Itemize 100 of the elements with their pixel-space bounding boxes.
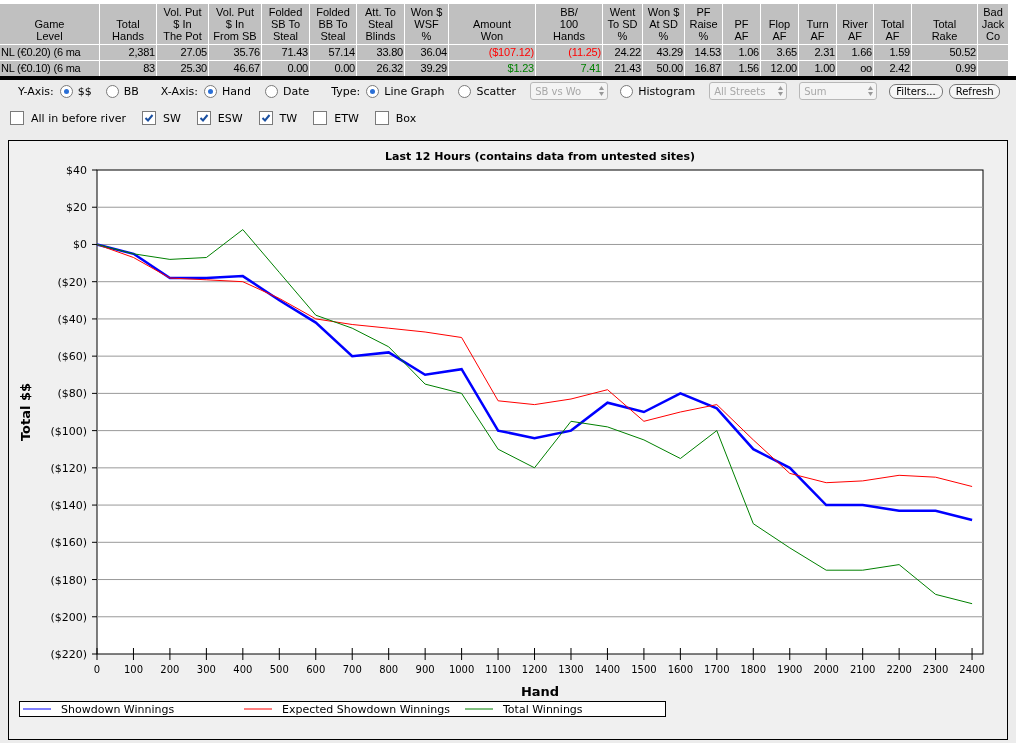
column-header[interactable]: River AF [837,4,873,44]
column-header[interactable]: Turn AF [799,4,836,44]
x-tick-label: 1700 [704,664,730,675]
y-tick-label: ($100) [50,424,87,438]
table-cell: 25.30 [157,61,208,76]
radio-label[interactable]: BB [123,84,139,98]
table-cell: 1.66 [837,45,873,60]
column-header[interactable]: PF AF [723,4,760,44]
y-tick-label: ($200) [50,610,87,624]
table-cell: 83 [100,61,156,76]
table-cell: 0.00 [262,61,309,76]
column-header[interactable]: PF Raise % [685,4,722,44]
table-cell: (11.25) [536,45,602,60]
table-cell: 33.80 [357,45,404,60]
x-tick-label: 1800 [740,664,766,675]
x-tick-label: 2200 [886,664,912,675]
x-tick-label: 700 [342,664,362,675]
x-tick-label: 900 [415,664,435,675]
table-cell: 21.43 [603,61,642,76]
table-cell: 16.87 [685,61,722,76]
table-cell: 46.67 [209,61,261,76]
table-cell: NL (€0.10) (6 ma [0,61,99,76]
table-cell: 1.06 [723,45,760,60]
table-cell: 1.56 [723,61,760,76]
checkbox-label[interactable]: TW [279,111,298,125]
checkbox-label[interactable]: All in before river [31,111,126,125]
y-tick-label: $20 [66,201,87,215]
x-tick-label: 2300 [922,664,949,675]
x-tick-label: 1000 [448,664,475,675]
y-tick-label: ($80) [57,387,87,401]
radio-label[interactable]: Hand [222,84,251,98]
x-tick-label: 1200 [521,664,548,675]
checkbox-label[interactable]: SW [162,111,181,125]
x-tick-label: 2100 [849,664,876,675]
table-cell: 0.00 [310,61,356,76]
y-tick-label: ($20) [57,275,87,289]
table-cell: 71.43 [262,45,309,60]
column-header[interactable]: Flop AF [761,4,798,44]
column-header[interactable]: BB/ 100 Hands [536,4,602,44]
legend-label: Total Winnings [503,702,583,716]
chart-title: Last 12 Hours (contains data from untested sites) [385,150,695,163]
option-label: X-Axis: [160,84,198,98]
radio-label[interactable]: Date [283,84,310,98]
y-tick-label: $0 [73,238,87,252]
y-tick-label: ($180) [50,573,87,587]
table-cell: $1.23 [449,61,535,76]
column-header[interactable]: Amount Won [449,4,535,44]
x-tick-label: 300 [196,664,216,675]
column-header[interactable]: Won $ WSF % [405,4,448,44]
radio-label[interactable]: $$ [77,84,92,98]
column-header[interactable]: Went To SD % [603,4,642,44]
column-header[interactable]: Total Rake [912,4,977,44]
x-tick-label: 400 [233,664,253,675]
x-tick-label: 1100 [485,664,511,675]
checkbox-label[interactable]: ESW [217,111,243,125]
column-header[interactable]: Vol. Put $ In The Pot [157,4,208,44]
toolbar-button[interactable]: Filters... [889,83,943,99]
checkbox-label[interactable]: Box [395,111,417,125]
column-header[interactable]: Total Hands [100,4,156,44]
column-header[interactable]: Folded SB To Steal [262,4,309,44]
x-tick-label: 100 [123,664,143,675]
option-label: Y-Axis: [18,84,54,98]
x-axis-title: Hand [520,684,560,699]
toolbar-button[interactable]: Refresh [948,83,1001,99]
y-tick-label: ($220) [50,648,87,661]
y-tick-label: ($140) [50,499,87,513]
table-cell: oo [837,61,873,76]
table-cell: 2,381 [100,45,156,60]
y-tick-label: ($120) [50,461,87,475]
table-cell: ($107.12) [449,45,535,60]
column-header[interactable]: Total AF [874,4,911,44]
column-header[interactable]: Won $ At SD % [643,4,684,44]
y-axis-title: Total $$ [18,382,33,442]
table-cell: 1.00 [799,61,836,76]
column-header[interactable]: Game Level [0,4,99,44]
radio-label[interactable]: Scatter [476,84,517,98]
radio-label[interactable]: Line Graph [384,84,445,98]
column-header[interactable]: Bad Jack Co [978,4,1008,44]
y-tick-label: $40 [66,164,87,177]
table-cell: 50.52 [912,45,977,60]
table-cell: 24.22 [603,45,642,60]
table-cell: 27.05 [157,45,208,60]
table-cell: 50.00 [643,61,684,76]
table-cell: 14.53 [685,45,722,60]
table-cell: 2.42 [874,61,911,76]
x-tick-label: 1900 [777,664,803,675]
column-header[interactable]: Vol. Put $ In From SB [209,4,261,44]
x-tick-label: 2000 [813,664,839,675]
table-cell: 1.59 [874,45,911,60]
y-tick-label: ($40) [57,312,87,326]
table-cell: 12.00 [761,61,798,76]
x-tick-label: 1300 [558,664,584,675]
column-header[interactable]: Att. To Steal Blinds [357,4,404,44]
checkbox-label[interactable]: ETW [334,111,359,125]
table-cell: 3.65 [761,45,798,60]
table-cell: 26.32 [357,61,404,76]
radio-label[interactable]: Histogram [638,84,696,98]
table-cell: NL (€0.20) (6 ma [0,45,99,60]
column-header[interactable]: Folded BB To Steal [310,4,356,44]
y-tick-label: ($60) [57,350,87,364]
